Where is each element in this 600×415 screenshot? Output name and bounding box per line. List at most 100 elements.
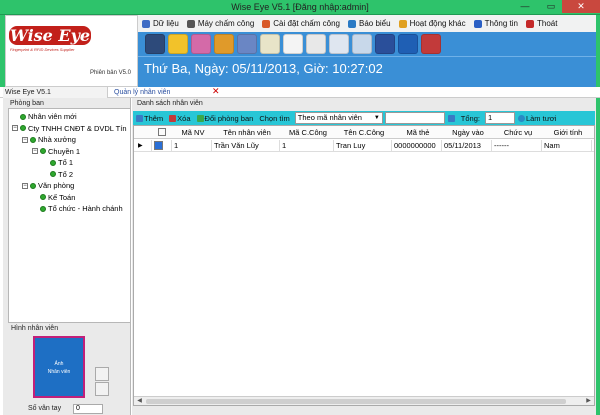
info-icon [473, 19, 482, 28]
maximize-button[interactable]: ▭ [538, 0, 564, 13]
tab-main[interactable]: Wise Eye V5.1 [3, 87, 108, 98]
group-icon[interactable] [237, 34, 257, 54]
tree-node[interactable]: Kế Toán [32, 193, 75, 202]
table-cell: 1 [172, 140, 212, 152]
refresh-label: Làm tươi [525, 113, 557, 123]
tree-node-label: Tổ 1 [58, 158, 74, 167]
window-title: Wise Eye V5.1 [Đăng nhập:admin] [231, 2, 369, 12]
search-report-icon[interactable] [352, 34, 372, 54]
column-header[interactable]: Mã C.Công [280, 126, 334, 139]
info-icon[interactable] [398, 34, 418, 54]
document-icon[interactable] [329, 34, 349, 54]
close-button[interactable]: ✕ [562, 0, 600, 13]
tree-node-label: Nhà xưởng [38, 135, 76, 144]
search-icon [447, 114, 455, 122]
tab-close-icon[interactable]: ✕ [212, 86, 220, 97]
calendar-icon[interactable] [306, 34, 326, 54]
tree-node-label: Cty TNHH CNĐT & DVDL Tín [28, 123, 127, 133]
app-logo: Wise Eye Fingerprint & RFID Devices Supp… [5, 15, 138, 87]
employee-toolbar: Thêm Xóa Đổi phòng ban Chọn tìm Theo mã … [133, 111, 595, 125]
table-row[interactable]: ▶ 1 Trần Văn Lũy 1 Tran Luy 0000000000 05/11/2… [134, 140, 594, 152]
department-icon [50, 171, 56, 177]
menu-label: Dữ liệu [153, 19, 179, 28]
add-button[interactable]: Thêm [133, 111, 166, 125]
column-header[interactable]: Giới tính [542, 126, 592, 139]
search-input[interactable] [384, 112, 445, 124]
fingerprint-count-field[interactable]: 0 [73, 404, 103, 414]
menu-data[interactable]: Dữ liệu [138, 19, 183, 28]
collapse-icon[interactable]: − [22, 136, 28, 143]
computer-icon[interactable] [145, 34, 165, 54]
menu-bar: Dữ liệu Máy chấm công Cài đặt chấm công … [138, 15, 596, 32]
tree-node-label: Kế Toán [48, 192, 76, 202]
upload-photo-button[interactable] [95, 367, 109, 381]
tree-node-label: Tổ chức - Hành chánh [48, 204, 123, 213]
column-header[interactable]: Tên C.Công [334, 126, 392, 139]
left-panel: Phòng ban Nhân viên mới − Cty TNHH CNĐT & … [3, 98, 131, 415]
collapse-icon[interactable]: − [22, 182, 28, 189]
collapse-icon[interactable]: − [12, 125, 18, 131]
tree-node[interactable]: − Cty TNHH CNĐT & DVDL Tín [12, 124, 127, 133]
photo-text: Ảnh [54, 361, 64, 367]
remove-photo-button[interactable] [95, 382, 109, 396]
search-go-button[interactable] [445, 111, 458, 125]
menu-exit[interactable]: Thoát [522, 19, 561, 28]
search-button[interactable]: Chọn tìm [256, 111, 292, 125]
tab-employee-management[interactable]: Quản lý nhân viên [114, 87, 170, 98]
menu-info[interactable]: Thông tin [470, 19, 522, 28]
main-toolbar [138, 32, 596, 56]
database-icon [142, 19, 150, 28]
tree-node[interactable]: Nhân viên mới [12, 112, 77, 121]
search-by-value: Theo mã nhân viên [297, 113, 362, 122]
department-label: Phòng ban [10, 100, 44, 107]
datetime-banner: Thứ Ba, Ngày: 05/11/2013, Giờ: 10:27:02 [138, 56, 596, 80]
column-header[interactable]: Tên nhân viên [212, 126, 280, 139]
employee-list-label: Danh sách nhân viên [137, 100, 203, 107]
tree-node[interactable]: − Chuyền 1 [32, 147, 80, 156]
tree-node-label: Chuyền 1 [48, 146, 81, 156]
refresh-button[interactable]: Làm tươi [515, 111, 559, 125]
logo-subtitle: Fingerprint & RFID Devices Supplier [10, 47, 75, 52]
delete-button[interactable]: Xóa [166, 111, 193, 125]
minimize-button[interactable]: — [512, 0, 538, 13]
select-all-checkbox[interactable] [156, 126, 168, 140]
users-icon[interactable] [191, 34, 211, 54]
column-header[interactable]: Mã thẻ [392, 126, 442, 139]
menu-reports[interactable]: Báo biểu [344, 19, 395, 28]
collapse-icon[interactable]: − [32, 148, 38, 154]
user-settings-icon[interactable] [375, 34, 395, 54]
menu-other[interactable]: Hoạt động khác [395, 19, 470, 28]
change-department-button[interactable]: Đổi phòng ban [194, 111, 257, 125]
department-icon [40, 148, 46, 154]
menu-attendance-settings[interactable]: Cài đặt chấm công [258, 19, 344, 28]
column-header[interactable]: Ngày vào [442, 126, 492, 139]
activity-icon [398, 19, 407, 28]
tree-node[interactable]: − Nhà xưởng [22, 135, 76, 144]
column-header[interactable]: Mã NV [172, 126, 212, 139]
horizontal-scrollbar[interactable]: ◀ ▶ [134, 396, 594, 405]
tree-node[interactable]: − Văn phòng [22, 181, 74, 190]
table-cell: 05/11/2013 [442, 140, 492, 152]
menu-label: Hoạt động khác [409, 19, 466, 28]
chevron-down-icon: ▼ [373, 115, 380, 121]
chart-icon[interactable] [214, 34, 234, 54]
delete-label: Xóa [177, 113, 191, 123]
scroll-right-icon[interactable]: ▶ [584, 397, 593, 405]
move-icon [196, 114, 204, 122]
tree-node[interactable]: Tổ 2 [42, 170, 73, 179]
upload-icon[interactable] [168, 34, 188, 54]
search-by-select[interactable]: Theo mã nhân viên ▼ [294, 112, 383, 124]
scroll-left-icon[interactable]: ◀ [135, 397, 144, 405]
exit-icon [525, 19, 534, 28]
clock-icon[interactable] [283, 34, 303, 54]
exit-icon[interactable] [421, 34, 441, 54]
scroll-thumb[interactable] [146, 399, 566, 404]
add-label: Thêm [144, 113, 164, 123]
row-checkbox[interactable] [152, 140, 172, 152]
notepad-icon[interactable] [260, 34, 280, 54]
tree-node[interactable]: Tổ chức - Hành chánh [32, 204, 123, 213]
tree-node[interactable]: Tổ 1 [42, 158, 73, 167]
table-cell: Trần Văn Lũy [212, 140, 280, 152]
column-header[interactable]: Chức vụ [492, 126, 542, 139]
menu-device[interactable]: Máy chấm công [183, 19, 258, 28]
